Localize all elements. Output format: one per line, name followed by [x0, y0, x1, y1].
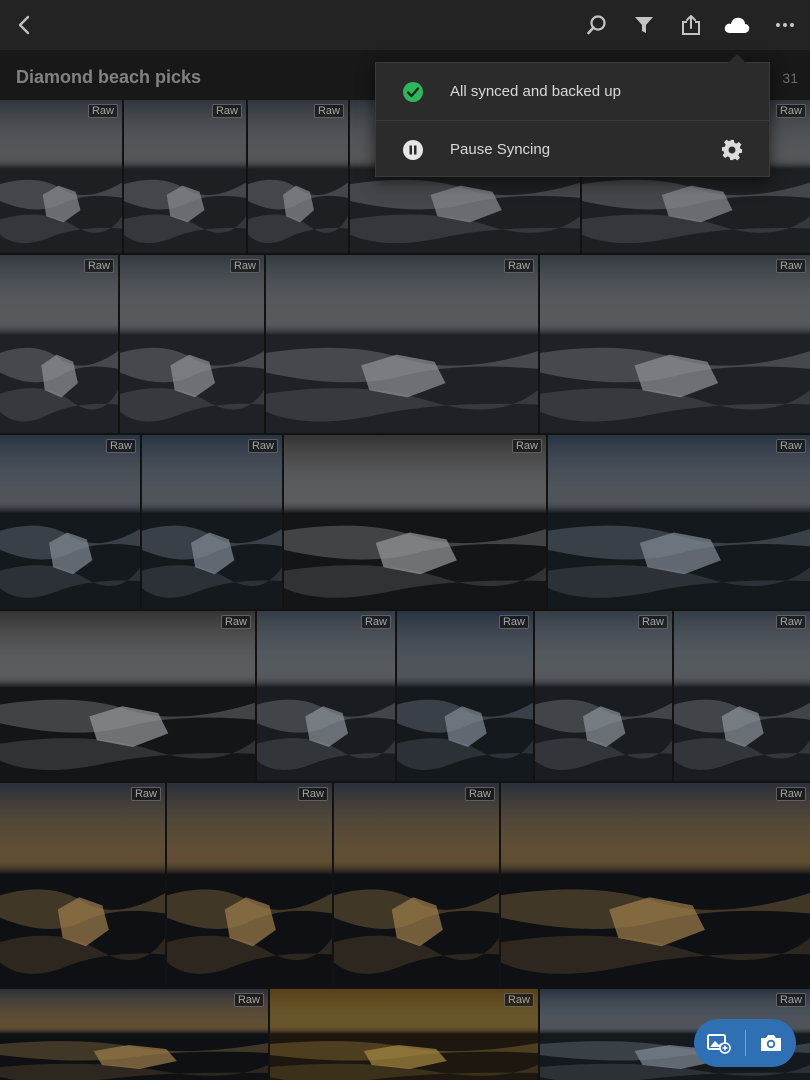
photo-thumbnail[interactable]: Raw: [535, 611, 672, 781]
photo-image: [535, 611, 672, 781]
photo-image: [0, 989, 268, 1080]
photo-image: [284, 435, 546, 609]
photo-thumbnail[interactable]: Raw: [0, 783, 165, 987]
raw-badge: Raw: [229, 259, 260, 273]
photo-thumbnail[interactable]: Raw: [120, 255, 264, 433]
photo-row: Raw Raw Raw Raw: [0, 255, 810, 433]
photo-row: Raw Raw Raw Raw: [0, 435, 810, 609]
photo-thumbnail[interactable]: Raw: [0, 435, 140, 609]
share-icon[interactable]: [676, 10, 706, 40]
photo-thumbnail[interactable]: Raw: [0, 611, 255, 781]
check-icon: [403, 81, 423, 102]
photo-image: [270, 989, 538, 1080]
photo-image: [0, 435, 140, 609]
more-icon[interactable]: [770, 10, 800, 40]
photo-image: [0, 611, 255, 781]
photo-thumbnail[interactable]: Raw: [266, 255, 538, 433]
photo-thumbnail[interactable]: Raw: [540, 255, 810, 433]
top-toolbar: [0, 0, 810, 50]
photo-image: [124, 100, 246, 253]
camera-icon: [760, 1035, 781, 1051]
raw-badge: Raw: [211, 104, 242, 118]
raw-badge: Raw: [503, 259, 534, 273]
photo-thumbnail[interactable]: Raw: [0, 255, 118, 433]
photo-image: [266, 255, 538, 433]
photo-image: [540, 255, 810, 433]
raw-badge: Raw: [503, 993, 534, 1007]
photo-image: [674, 611, 810, 781]
photo-image: [0, 255, 118, 433]
raw-badge: Raw: [220, 615, 251, 629]
raw-badge: Raw: [637, 615, 668, 629]
photo-thumbnail[interactable]: Raw: [0, 989, 268, 1080]
photo-image: [0, 783, 165, 987]
photo-thumbnail[interactable]: Raw: [167, 783, 332, 987]
photo-thumbnail[interactable]: Raw: [501, 783, 810, 987]
raw-badge: Raw: [297, 787, 328, 801]
raw-badge: Raw: [775, 439, 806, 453]
photo-image: [334, 783, 499, 987]
raw-badge: Raw: [775, 104, 806, 118]
popover-arrow: [728, 54, 746, 63]
capture-buttons: [694, 1019, 796, 1067]
pause-syncing-row[interactable]: Pause Syncing: [376, 121, 769, 178]
sync-status-row: All synced and backed up: [376, 63, 769, 120]
sync-popover: All synced and backed up Pause Syncing: [375, 54, 770, 178]
raw-badge: Raw: [105, 439, 136, 453]
gear-icon[interactable]: [721, 139, 743, 161]
photo-thumbnail[interactable]: Raw: [0, 100, 122, 253]
raw-badge: Raw: [775, 259, 806, 273]
filter-icon[interactable]: [629, 10, 659, 40]
raw-badge: Raw: [511, 439, 542, 453]
photo-thumbnail[interactable]: Raw: [548, 435, 810, 609]
pause-syncing-label[interactable]: Pause Syncing: [450, 141, 550, 158]
raw-badge: Raw: [313, 104, 344, 118]
photo-thumbnail[interactable]: Raw: [124, 100, 246, 253]
raw-badge: Raw: [775, 787, 806, 801]
add-photos-button[interactable]: [694, 1019, 745, 1067]
add-photo-icon: [707, 1034, 732, 1054]
photo-thumbnail[interactable]: Raw: [674, 611, 810, 781]
photo-image: [548, 435, 810, 609]
photo-thumbnail[interactable]: Raw: [334, 783, 499, 987]
photo-image: [167, 783, 332, 987]
photo-thumbnail[interactable]: Raw: [248, 100, 348, 253]
photo-image: [142, 435, 282, 609]
photo-image: [248, 100, 348, 253]
raw-badge: Raw: [87, 104, 118, 118]
photo-thumbnail[interactable]: Raw: [397, 611, 533, 781]
photo-row: Raw Raw Raw Raw: [0, 783, 810, 987]
photo-thumbnail[interactable]: Raw: [284, 435, 546, 609]
sync-status-label: All synced and backed up: [450, 83, 621, 100]
album-title: Diamond beach picks: [16, 67, 202, 87]
photo-thumbnail[interactable]: Raw: [142, 435, 282, 609]
photo-grid: Raw Raw Raw Raw Raw Raw Raw Raw Raw Raw Raw Raw Raw R…: [0, 100, 810, 1080]
photo-thumbnail[interactable]: Raw: [270, 989, 538, 1080]
raw-badge: Raw: [464, 787, 495, 801]
photo-image: [257, 611, 395, 781]
photo-row: Raw Raw Raw Raw Raw: [0, 611, 810, 781]
pause-icon: [403, 139, 423, 160]
photo-image: [120, 255, 264, 433]
photo-image: [0, 100, 122, 253]
raw-badge: Raw: [360, 615, 391, 629]
raw-badge: Raw: [247, 439, 278, 453]
raw-badge: Raw: [233, 993, 264, 1007]
photo-image: [397, 611, 533, 781]
photo-count: 31: [782, 70, 798, 86]
back-icon[interactable]: [9, 10, 39, 40]
raw-badge: Raw: [83, 259, 114, 273]
raw-badge: Raw: [498, 615, 529, 629]
raw-badge: Raw: [775, 615, 806, 629]
camera-button[interactable]: [745, 1019, 796, 1067]
raw-badge: Raw: [775, 993, 806, 1007]
cloud-icon[interactable]: [722, 10, 752, 40]
search-icon[interactable]: [582, 10, 612, 40]
photo-thumbnail[interactable]: Raw: [257, 611, 395, 781]
raw-badge: Raw: [130, 787, 161, 801]
photo-image: [501, 783, 810, 987]
photo-row: Raw Raw Raw: [0, 989, 810, 1080]
